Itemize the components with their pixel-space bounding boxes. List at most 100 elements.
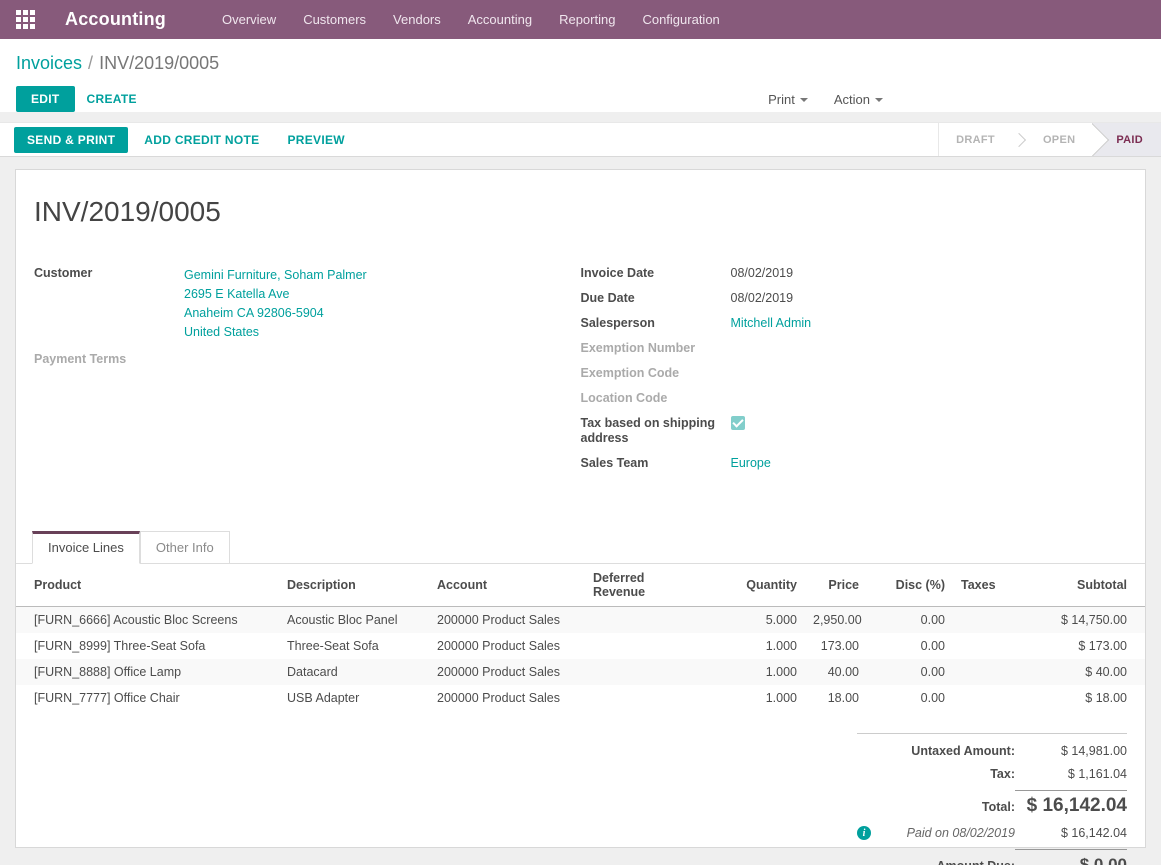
form-view: INV/2019/0005 Customer Gemini Furniture,… (0, 157, 1161, 848)
menu-accounting[interactable]: Accounting (468, 12, 532, 27)
payment-terms-label: Payment Terms (34, 352, 184, 367)
action-label: Action (834, 92, 870, 107)
preview-button[interactable]: PREVIEW (275, 127, 356, 153)
col-header-account: Account (429, 564, 585, 607)
table-row[interactable]: [FURN_7777] Office Chair USB Adapter 200… (16, 685, 1145, 711)
field-exemption-number: Exemption Number (581, 341, 1128, 356)
due-date-label: Due Date (581, 291, 731, 306)
cell-product: [FURN_8999] Three-Seat Sofa (16, 633, 279, 659)
statusbar: SEND & PRINT ADD CREDIT NOTE PREVIEW DRA… (0, 122, 1161, 157)
table-row[interactable]: [FURN_8888] Office Lamp Datacard 200000 … (16, 659, 1145, 685)
customer-label: Customer (34, 266, 184, 342)
cell-subtotal: $ 173.00 (1019, 633, 1145, 659)
cell-product: [FURN_8888] Office Lamp (16, 659, 279, 685)
untaxed-amount-value: $ 14,981.00 (1015, 744, 1127, 758)
field-customer: Customer Gemini Furniture, Soham Palmer … (34, 266, 581, 342)
tab-other-info[interactable]: Other Info (140, 531, 230, 564)
due-date-value: 08/02/2019 (731, 291, 794, 306)
invoice-number-title: INV/2019/0005 (34, 196, 1145, 228)
customer-name[interactable]: Gemini Furniture, Soham Palmer (184, 266, 367, 285)
edit-button[interactable]: EDIT (16, 86, 75, 112)
create-button[interactable]: CREATE (75, 86, 149, 112)
customer-street[interactable]: 2695 E Katella Ave (184, 285, 367, 304)
status-step-open[interactable]: OPEN (1026, 123, 1092, 156)
cell-taxes (953, 685, 1019, 711)
breadcrumb: Invoices/INV/2019/0005 (16, 53, 1145, 74)
cell-taxes (953, 633, 1019, 659)
menu-customers[interactable]: Customers (303, 12, 366, 27)
col-header-product: Product (16, 564, 279, 607)
salesperson-link[interactable]: Mitchell Admin (731, 316, 812, 331)
amount-due-row: Amount Due: $ 0.00 (857, 849, 1127, 865)
send-print-button[interactable]: SEND & PRINT (14, 127, 128, 153)
customer-city[interactable]: Anaheim CA 92806-5904 (184, 304, 367, 323)
breadcrumb-invoices-link[interactable]: Invoices (16, 53, 82, 73)
col-header-deferred-revenue: Deferred Revenue (585, 564, 705, 607)
field-exemption-code: Exemption Code (581, 366, 1128, 381)
status-step-draft[interactable]: DRAFT (939, 123, 1012, 156)
cell-taxes (953, 659, 1019, 685)
cell-product: [FURN_6666] Acoustic Bloc Screens (16, 607, 279, 634)
total-row: Total: $ 16,142.04 (857, 790, 1127, 817)
chevron-down-icon (875, 98, 883, 102)
tab-invoice-lines[interactable]: Invoice Lines (32, 531, 140, 564)
action-dropdown[interactable]: Action (834, 92, 883, 107)
totals-panel: Untaxed Amount: $ 14,981.00 Tax: $ 1,161… (857, 733, 1127, 865)
cell-deferred (585, 607, 705, 634)
tax-shipping-label: Tax based on shipping address (581, 416, 731, 446)
field-location-code: Location Code (581, 391, 1128, 406)
cell-deferred (585, 659, 705, 685)
apps-grid-icon[interactable] (16, 10, 35, 29)
app-title[interactable]: Accounting (65, 9, 166, 30)
cell-product: [FURN_7777] Office Chair (16, 685, 279, 711)
notebook-tabs: Invoice Lines Other Info (16, 531, 1145, 564)
tax-shipping-checkbox-checked[interactable] (731, 416, 745, 430)
table-row[interactable]: [FURN_6666] Acoustic Bloc Screens Acoust… (16, 607, 1145, 634)
field-tax-shipping: Tax based on shipping address (581, 416, 1128, 446)
status-step-paid[interactable]: PAID (1092, 123, 1161, 156)
cell-quantity: 1.000 (705, 685, 805, 711)
table-header-row: Product Description Account Deferred Rev… (16, 564, 1145, 607)
field-payment-terms: Payment Terms (34, 352, 581, 367)
cell-quantity: 5.000 (705, 607, 805, 634)
cell-subtotal: $ 40.00 (1019, 659, 1145, 685)
add-credit-note-button[interactable]: ADD CREDIT NOTE (132, 127, 271, 153)
customer-address-link[interactable]: Gemini Furniture, Soham Palmer 2695 E Ka… (184, 266, 367, 342)
exemption-code-label: Exemption Code (581, 366, 731, 381)
cell-account: 200000 Product Sales (429, 685, 585, 711)
amount-due-label: Amount Due: (937, 859, 1015, 865)
sales-team-label: Sales Team (581, 456, 731, 471)
sales-team-link[interactable]: Europe (731, 456, 771, 471)
cell-account: 200000 Product Sales (429, 607, 585, 634)
menu-overview[interactable]: Overview (222, 12, 276, 27)
paid-on-label: Paid on 08/02/2019 (907, 826, 1015, 840)
menu-reporting[interactable]: Reporting (559, 12, 615, 27)
field-column-left: Customer Gemini Furniture, Soham Palmer … (34, 266, 581, 481)
untaxed-amount-row: Untaxed Amount: $ 14,981.00 (857, 744, 1127, 758)
col-header-subtotal: Subtotal (1019, 564, 1145, 607)
cell-subtotal: $ 14,750.00 (1019, 607, 1145, 634)
col-header-disc: Disc (%) (867, 564, 953, 607)
menu-vendors[interactable]: Vendors (393, 12, 441, 27)
total-value: $ 16,142.04 (1015, 790, 1127, 817)
amount-due-value: $ 0.00 (1015, 849, 1127, 865)
chevron-down-icon (800, 98, 808, 102)
cell-price: 40.00 (805, 659, 867, 685)
status-pipeline: DRAFT OPEN PAID (938, 123, 1161, 156)
top-menu: Overview Customers Vendors Accounting Re… (222, 12, 720, 27)
info-icon[interactable]: i (857, 826, 871, 840)
paid-amount-value: $ 16,142.04 (1015, 826, 1127, 840)
cell-taxes (953, 607, 1019, 634)
invoice-date-label: Invoice Date (581, 266, 731, 281)
field-salesperson: Salesperson Mitchell Admin (581, 316, 1128, 331)
print-label: Print (768, 92, 795, 107)
table-row[interactable]: [FURN_8999] Three-Seat Sofa Three-Seat S… (16, 633, 1145, 659)
field-column-right: Invoice Date 08/02/2019 Due Date 08/02/2… (581, 266, 1128, 481)
field-due-date: Due Date 08/02/2019 (581, 291, 1128, 306)
print-dropdown[interactable]: Print (768, 92, 808, 107)
cell-account: 200000 Product Sales (429, 633, 585, 659)
menu-configuration[interactable]: Configuration (642, 12, 719, 27)
cell-deferred (585, 633, 705, 659)
cell-account: 200000 Product Sales (429, 659, 585, 685)
customer-country[interactable]: United States (184, 323, 367, 342)
